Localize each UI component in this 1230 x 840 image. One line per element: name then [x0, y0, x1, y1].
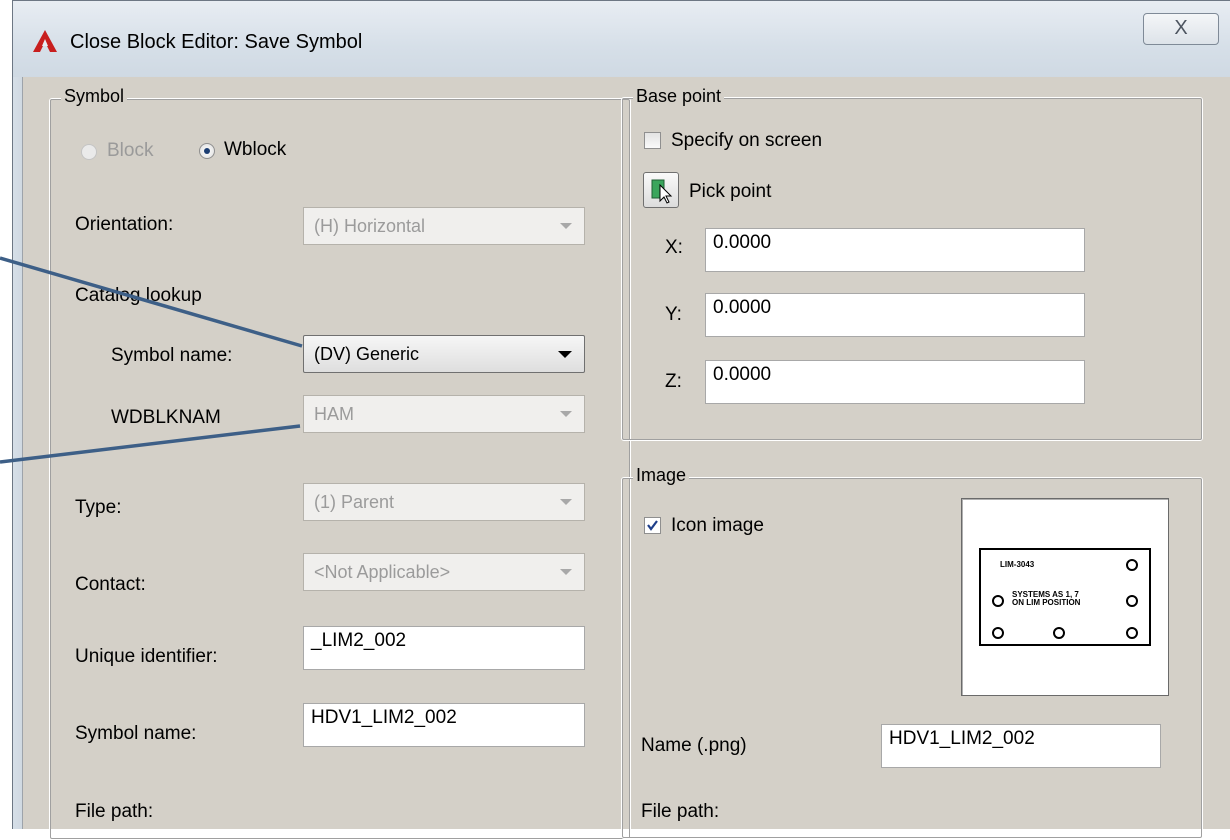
icon-image-checkbox[interactable]: [644, 517, 661, 534]
image-file-path-label: File path:: [641, 801, 720, 822]
chevron-down-icon: [560, 499, 572, 505]
chevron-down-icon: [558, 351, 572, 358]
z-label: Z:: [665, 371, 682, 392]
catalog-symbol-name-value: (DV) Generic: [314, 344, 420, 364]
radio-selected-dot: [204, 148, 210, 154]
close-button[interactable]: X: [1143, 13, 1219, 45]
dialog-body: Symbol Block Wblock Orientation: (H) Hor…: [22, 77, 1230, 840]
orientation-value: (H) Horizontal: [314, 216, 426, 236]
icon-preview: LIM-3043 SYSTEMS AS 1, 7 ON LIM POSITION: [961, 498, 1169, 696]
y-label: Y:: [665, 304, 682, 325]
chevron-down-icon: [560, 411, 572, 417]
block-radio[interactable]: [81, 144, 97, 160]
x-label: X:: [665, 237, 683, 258]
specify-on-screen-checkbox[interactable]: [644, 132, 661, 149]
base-point-group-legend: Base point: [633, 86, 725, 107]
symbol-name-label: Symbol name:: [75, 723, 197, 744]
wblock-radio-label: Wblock: [224, 139, 287, 160]
specify-on-screen-label: Specify on screen: [671, 130, 823, 151]
chevron-down-icon: [560, 569, 572, 575]
unique-identifier-input[interactable]: _LIM2_002: [303, 626, 585, 670]
close-icon: X: [1174, 17, 1188, 39]
orientation-label: Orientation:: [75, 214, 174, 235]
x-coordinate-input[interactable]: 0.0000: [705, 228, 1085, 272]
unique-identifier-label: Unique identifier:: [75, 646, 218, 667]
png-name-input[interactable]: HDV1_LIM2_002: [881, 724, 1161, 768]
wdblknam-value: HAM: [314, 404, 354, 424]
type-label: Type:: [75, 497, 122, 518]
catalog-symbol-name-dropdown[interactable]: (DV) Generic: [303, 335, 585, 373]
type-value: (1) Parent: [314, 492, 395, 512]
png-name-label: Name (.png): [641, 735, 747, 756]
pick-point-button[interactable]: [643, 172, 679, 208]
contact-label: Contact:: [75, 574, 146, 595]
wdblknam-label: WDBLKNAM: [111, 407, 221, 428]
symbol-file-path-label: File path:: [75, 801, 154, 822]
symbol-name-input[interactable]: HDV1_LIM2_002: [303, 703, 585, 747]
preview-text-desc2: ON LIM POSITION: [1012, 598, 1081, 607]
image-group-legend: Image: [633, 465, 690, 486]
checkmark-icon: [647, 520, 658, 531]
block-radio-label: Block: [107, 140, 154, 161]
chevron-down-icon: [560, 223, 572, 229]
symbol-group-legend: Symbol: [61, 86, 128, 107]
contact-dropdown[interactable]: <Not Applicable>: [303, 553, 585, 591]
autocad-logo-icon: [33, 30, 57, 52]
title-bar: Close Block Editor: Save Symbol X: [12, 0, 1230, 78]
icon-image-label: Icon image: [671, 515, 764, 536]
symbol-preview-image: LIM-3043 SYSTEMS AS 1, 7 ON LIM POSITION: [979, 548, 1151, 646]
contact-value: <Not Applicable>: [314, 562, 451, 582]
z-coordinate-input[interactable]: 0.0000: [705, 360, 1085, 404]
wdblknam-dropdown[interactable]: HAM: [303, 395, 585, 433]
pick-point-label: Pick point: [689, 181, 772, 202]
catalog-lookup-label: Catalog lookup: [75, 285, 202, 306]
catalog-symbol-name-label: Symbol name:: [111, 345, 233, 366]
y-coordinate-input[interactable]: 0.0000: [705, 293, 1085, 337]
type-dropdown[interactable]: (1) Parent: [303, 483, 585, 521]
preview-text-tag: LIM-3043: [1000, 560, 1035, 569]
pick-point-icon: [651, 179, 673, 204]
window-title: Close Block Editor: Save Symbol: [70, 31, 363, 53]
orientation-dropdown[interactable]: (H) Horizontal: [303, 207, 585, 245]
wblock-radio[interactable]: [199, 143, 215, 159]
